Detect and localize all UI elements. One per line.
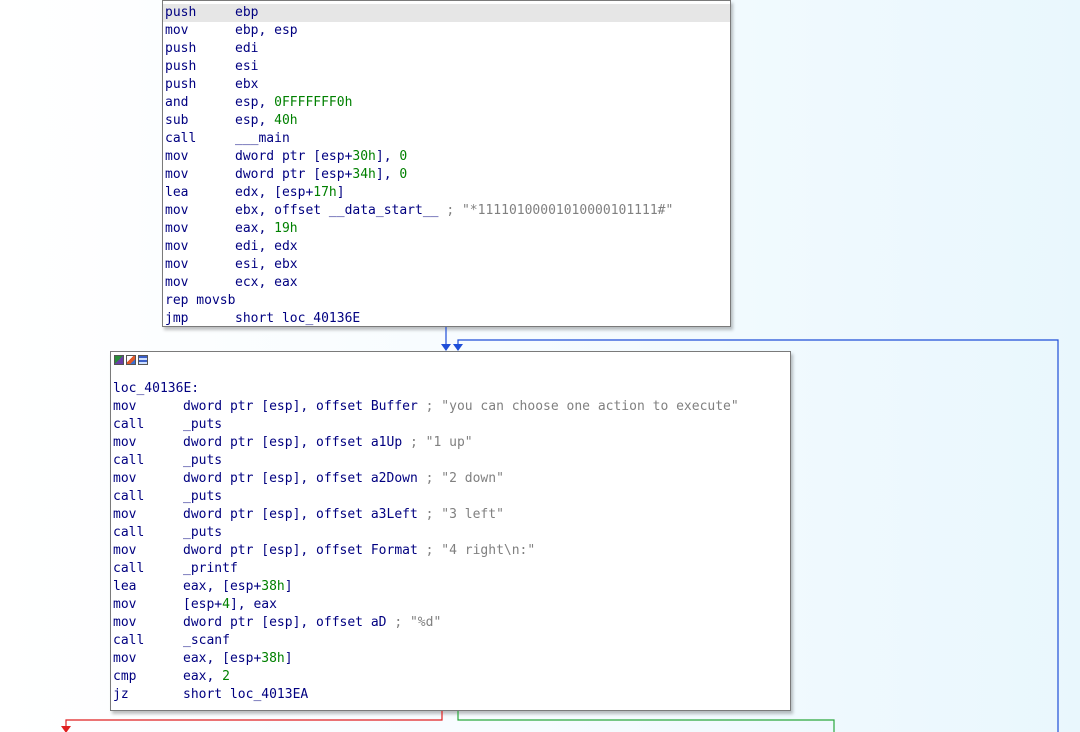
- edge-loop-back[interactable]: [457, 339, 1059, 732]
- edge-arrow-head: [61, 726, 71, 732]
- edge-false-branch[interactable]: [65, 711, 443, 732]
- edge-arrow-head: [453, 344, 463, 351]
- edge-arrow-head: [441, 344, 451, 351]
- edge-true-branch[interactable]: [457, 711, 835, 732]
- graph-edges: [61, 327, 1059, 732]
